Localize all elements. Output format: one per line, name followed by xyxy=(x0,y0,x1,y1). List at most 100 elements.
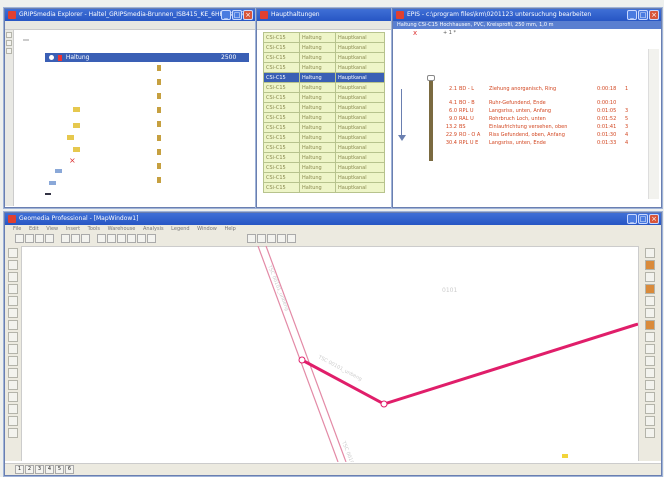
tool-button[interactable] xyxy=(645,428,655,438)
inspection-entry[interactable]: 30.4 RPL U E Langsriss, unten, Ende 0:01:33… xyxy=(443,139,643,147)
tool-button[interactable] xyxy=(6,48,12,54)
undo-button[interactable] xyxy=(97,234,106,243)
snap-button[interactable] xyxy=(267,234,276,243)
inspection-scrollbar[interactable] xyxy=(648,49,659,199)
paste-button[interactable] xyxy=(81,234,90,243)
help-button[interactable] xyxy=(287,234,296,243)
table-row[interactable]: CSi-C15 Haltung Hauptkanal xyxy=(262,72,386,83)
table-row[interactable]: CSi-C15 Haltung Hauptkanal xyxy=(262,82,386,93)
inspection-entry[interactable]: 4.1 BO - B Ruhr-Gefundend, Ende 0:00:10 xyxy=(443,99,643,107)
highlighted-route[interactable] xyxy=(301,322,638,406)
explorer-titlebar[interactable]: GRIPSmedia Explorer - Haltel_GRIPSmedia-… xyxy=(5,9,255,21)
tool-button[interactable] xyxy=(6,40,12,46)
table-row[interactable]: CSi-C15 Haltung Hauptkanal xyxy=(262,112,386,123)
tool-button[interactable] xyxy=(645,332,655,342)
status-cell[interactable]: 2 xyxy=(25,465,34,474)
table-row[interactable]: CSi-C15 Haltung Hauptkanal xyxy=(262,42,386,53)
measure-button[interactable] xyxy=(277,234,286,243)
table-row[interactable]: CSi-C15 Haltung Hauptkanal xyxy=(262,52,386,63)
tool-button[interactable] xyxy=(645,380,655,390)
tool-button[interactable] xyxy=(645,356,655,366)
tool-button[interactable] xyxy=(8,284,18,294)
table-row[interactable]: CSi-C15 Haltung Hauptkanal xyxy=(262,122,386,133)
minimize-button[interactable]: _ xyxy=(627,10,637,20)
menu-insert[interactable]: Insert xyxy=(66,226,80,232)
tool-button[interactable] xyxy=(8,428,18,438)
status-cell[interactable]: 5 xyxy=(55,465,64,474)
menu-warehouse[interactable]: Warehouse xyxy=(108,226,136,232)
table-row[interactable]: CSi-C15 Haltung Hauptkanal xyxy=(262,62,386,73)
menu-file[interactable]: File xyxy=(13,226,21,232)
menu-analysis[interactable]: Analysis xyxy=(143,226,164,232)
tree-root-row[interactable]: Haltung 2500 xyxy=(45,53,249,62)
tool-button[interactable] xyxy=(8,416,18,426)
tool-button[interactable] xyxy=(8,356,18,366)
tool-button[interactable] xyxy=(645,296,655,306)
tool-button[interactable] xyxy=(8,380,18,390)
tool-button[interactable] xyxy=(645,272,655,282)
maximize-button[interactable]: □ xyxy=(638,214,648,224)
tool-button[interactable] xyxy=(645,260,655,270)
menu-view[interactable]: View xyxy=(46,226,58,232)
grid-button[interactable] xyxy=(257,234,266,243)
select-button[interactable] xyxy=(117,234,126,243)
inspection-entry[interactable]: 9.0 RAL U Rohrbruch Loch, unten 0:01:52 5 xyxy=(443,115,643,123)
status-cell[interactable]: 1 xyxy=(15,465,24,474)
tool-button[interactable] xyxy=(8,272,18,282)
maximize-button[interactable]: □ xyxy=(638,10,648,20)
new-button[interactable] xyxy=(15,234,24,243)
close-button[interactable]: × xyxy=(649,10,659,20)
table-row[interactable]: CSi-C15 Haltung Hauptkanal xyxy=(262,152,386,163)
menu-legend[interactable]: Legend xyxy=(171,226,189,232)
haltungen-titlebar[interactable]: Haupthaltungen xyxy=(257,9,391,21)
cad-titlebar[interactable]: Geomedia Professional - [MapWindow1] _ □… xyxy=(5,213,661,225)
table-row[interactable]: CSi-C15 Haltung Hauptkanal xyxy=(262,162,386,173)
inspection-entry[interactable]: 13.2 BS Einlaufrichtung versehen, oben 0:01… xyxy=(443,123,643,131)
minimize-button[interactable]: _ xyxy=(221,10,231,20)
inspection-entry[interactable]: 22.9 RO - O A Riss Gefundend, oben, Anfang… xyxy=(443,131,643,139)
tool-button[interactable] xyxy=(645,248,655,258)
maximize-button[interactable]: □ xyxy=(232,10,242,20)
tool-button[interactable] xyxy=(8,332,18,342)
tool-button[interactable] xyxy=(645,320,655,330)
tree-item[interactable] xyxy=(23,39,29,41)
close-button[interactable]: × xyxy=(649,214,659,224)
table-row[interactable]: CSi-C15 Haltung Hauptkanal xyxy=(262,92,386,103)
save-button[interactable] xyxy=(35,234,44,243)
tool-button[interactable] xyxy=(645,404,655,414)
tool-button[interactable] xyxy=(645,284,655,294)
pipe-line[interactable] xyxy=(257,246,339,462)
cut-button[interactable] xyxy=(61,234,70,243)
menu-edit[interactable]: Edit xyxy=(29,226,39,232)
status-cell[interactable]: 3 xyxy=(35,465,44,474)
inspection-entry[interactable]: 6.0 RPL U Langsriss, unten, Anfang 0:01:05 3 xyxy=(443,107,643,115)
copy-button[interactable] xyxy=(71,234,80,243)
table-row[interactable]: CSi-C15 Haltung Hauptkanal xyxy=(262,172,386,183)
tool-button[interactable] xyxy=(645,416,655,426)
inspection-titlebar[interactable]: EPIS - c:\program files\km\0201123 unter… xyxy=(393,9,661,21)
tool-button[interactable] xyxy=(8,320,18,330)
status-cell[interactable]: 6 xyxy=(65,465,74,474)
inspection-entry[interactable]: 2.1 BD - L Ziehung anorganisch, Ring 0:00:1… xyxy=(443,85,643,93)
map-canvas[interactable]: TSC 00101_unbeng TSC 00101_unbeng TSC 00… xyxy=(22,246,638,462)
close-button[interactable]: × xyxy=(243,10,253,20)
route-node[interactable] xyxy=(298,356,306,364)
route-node[interactable] xyxy=(380,400,388,408)
tool-button[interactable] xyxy=(645,368,655,378)
menu-tools[interactable]: Tools xyxy=(88,226,100,232)
tool-button[interactable] xyxy=(8,308,18,318)
table-row[interactable]: CSi-C15 Haltung Hauptkanal xyxy=(262,132,386,143)
table-row[interactable]: CSi-C15 Haltung Hauptkanal xyxy=(262,102,386,113)
pan-button[interactable] xyxy=(147,234,156,243)
tool-button[interactable] xyxy=(8,404,18,414)
tool-button[interactable] xyxy=(8,248,18,258)
menu-window[interactable]: Window xyxy=(197,226,217,232)
redo-button[interactable] xyxy=(107,234,116,243)
menu-help[interactable]: Help xyxy=(224,226,235,232)
delete-marker[interactable]: x xyxy=(413,29,417,37)
minimize-button[interactable]: _ xyxy=(627,214,637,224)
tool-button[interactable] xyxy=(8,392,18,402)
tool-button[interactable] xyxy=(645,308,655,318)
expand-icon[interactable] xyxy=(49,55,54,60)
tool-button[interactable] xyxy=(6,32,12,38)
